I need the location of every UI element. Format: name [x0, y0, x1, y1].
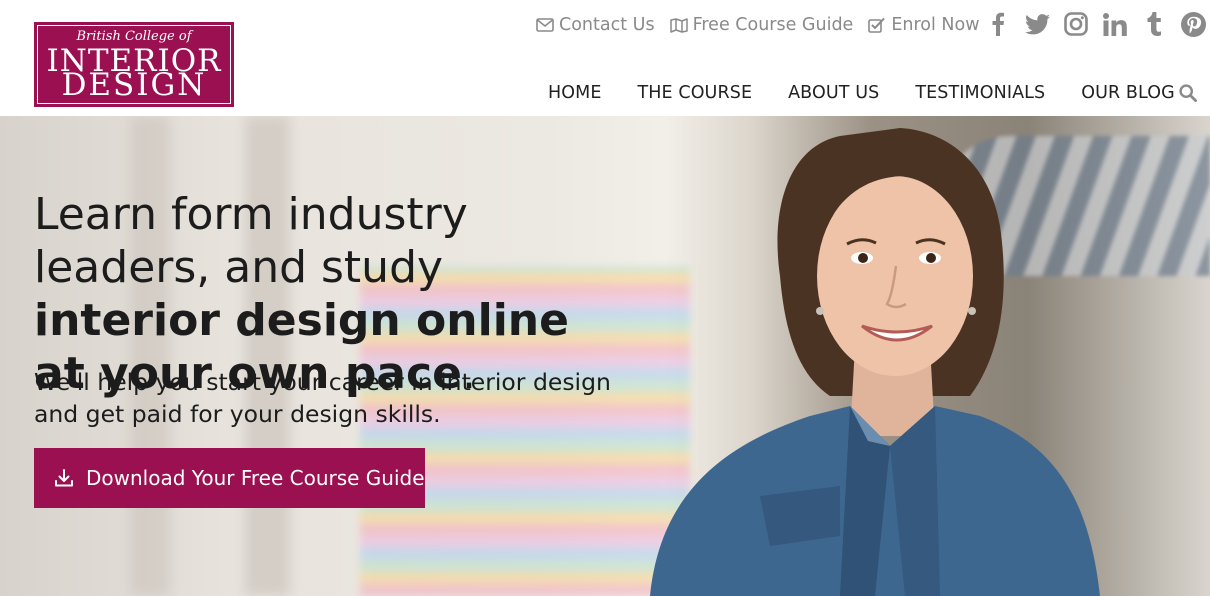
contact-us-link[interactable]: Contact Us — [536, 15, 655, 35]
download-course-guide-button[interactable]: Download Your Free Course Guide — [34, 448, 425, 508]
social-links — [985, 10, 1210, 38]
site-logo[interactable]: British College of INTERIOR DESIGN — [34, 22, 234, 107]
hero-subtitle: We'll help you start your career in inte… — [34, 368, 611, 428]
hero-section: Learn form industry leaders, and study i… — [0, 116, 1210, 596]
site-header: British College of INTERIOR DESIGN Conta… — [0, 0, 1210, 116]
enrol-now-label: Enrol Now — [891, 15, 980, 35]
tumblr-icon[interactable] — [1141, 10, 1167, 38]
hero-title-regular: Learn form industry leaders, and study — [34, 189, 468, 293]
logo-line-3: DESIGN — [61, 67, 207, 103]
linkedin-icon[interactable] — [1102, 10, 1128, 38]
book-icon — [669, 17, 688, 33]
search-icon[interactable] — [1179, 84, 1197, 107]
contact-us-label: Contact Us — [559, 15, 655, 35]
top-links: Contact Us Free Course Guide Enrol Now — [536, 12, 995, 38]
hero-person-image — [650, 128, 1100, 596]
checkbox-icon — [868, 17, 886, 33]
nav-item-testimonials[interactable]: TESTIMONIALS — [915, 83, 1045, 103]
facebook-icon[interactable] — [985, 10, 1011, 38]
nav-item-home[interactable]: HOME — [548, 83, 602, 103]
instagram-icon[interactable] — [1063, 10, 1089, 38]
enrol-now-link[interactable]: Enrol Now — [868, 15, 980, 35]
logo-line-1: British College of — [76, 29, 192, 44]
download-course-guide-label: Download Your Free Course Guide — [86, 466, 425, 490]
nav-item-the-course[interactable]: THE COURSE — [638, 83, 753, 103]
download-icon — [55, 469, 73, 487]
envelope-icon — [536, 18, 554, 32]
nav-item-about-us[interactable]: ABOUT US — [788, 83, 879, 103]
nav-item-our-blog[interactable]: OUR BLOG — [1081, 83, 1175, 103]
free-course-guide-label: Free Course Guide — [692, 15, 854, 35]
main-nav: HOME THE COURSE ABOUT US TESTIMONIALS OU… — [548, 83, 1210, 103]
pinterest-icon[interactable] — [1180, 10, 1206, 38]
twitter-icon[interactable] — [1024, 10, 1050, 38]
free-course-guide-link[interactable]: Free Course Guide — [669, 15, 854, 35]
